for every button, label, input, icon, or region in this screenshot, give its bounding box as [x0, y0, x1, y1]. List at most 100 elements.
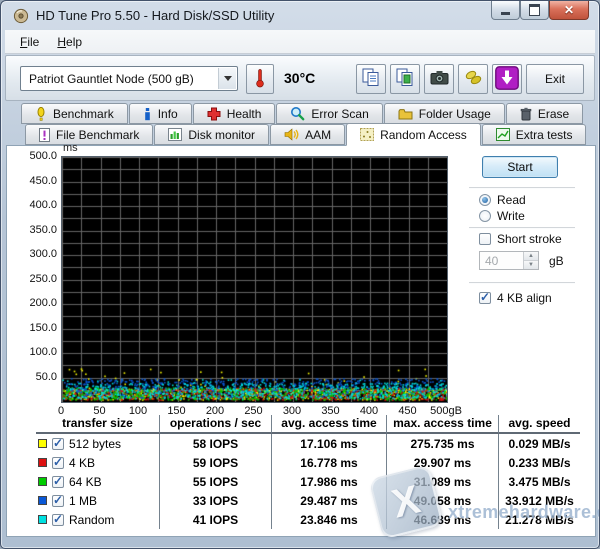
- series-color-swatch: [38, 515, 47, 524]
- table-row-label: 4 KB: [36, 453, 159, 472]
- titlebar[interactable]: HD Tune Pro 5.50 - Hard Disk/SSD Utility: [1, 1, 599, 30]
- stepper-arrows[interactable]: ▲▼: [523, 252, 538, 269]
- start-button[interactable]: Start: [482, 156, 558, 178]
- write-radio[interactable]: Write: [479, 209, 525, 223]
- short-stroke-size-value: 40: [480, 252, 523, 269]
- tab-label: Error Scan: [311, 107, 368, 121]
- minimize-icon[interactable]: [491, 1, 520, 20]
- tab-label: Info: [158, 107, 178, 121]
- table-header-avg-access-time: avg. access time: [271, 415, 386, 434]
- copy-image-icon: [396, 68, 414, 90]
- tab-random-access[interactable]: Random Access: [346, 123, 481, 146]
- avg-speed-value: 0.233 MB/s: [498, 453, 580, 472]
- temperature-button[interactable]: [246, 64, 274, 94]
- separator: [469, 282, 575, 284]
- max-access-value: 31.089 ms: [386, 472, 498, 491]
- tab-info[interactable]: Info: [129, 103, 192, 124]
- maximize-icon[interactable]: [520, 1, 549, 20]
- camera-icon: [430, 70, 449, 88]
- y-axis-unit-label: ms: [63, 142, 78, 154]
- y-axis-tick: 400.0: [15, 199, 57, 211]
- menu-item-file[interactable]: File: [11, 32, 48, 52]
- y-axis-tick: 200.0: [15, 297, 57, 309]
- tab-label: AAM: [305, 128, 331, 142]
- iops-value: 59 IOPS: [159, 453, 271, 472]
- menu-item-help[interactable]: Help: [48, 32, 91, 52]
- series-checkbox[interactable]: [52, 514, 64, 526]
- iops-value: 41 IOPS: [159, 510, 271, 529]
- update-download-button[interactable]: [492, 64, 522, 94]
- tab-health[interactable]: Health: [193, 103, 276, 124]
- exit-button[interactable]: Exit: [526, 64, 584, 94]
- tab-erase[interactable]: Erase: [506, 103, 583, 124]
- menu-bar: FileHelp: [5, 30, 595, 54]
- max-access-value: 29.907 ms: [386, 453, 498, 472]
- error-scan-icon: [290, 106, 305, 121]
- folder-icon: [398, 108, 413, 120]
- tab-error-scan[interactable]: Error Scan: [276, 103, 382, 124]
- benchmark-icon: [35, 107, 47, 121]
- align-checkbox[interactable]: 4 KB align: [479, 291, 552, 305]
- tab-disk-monitor[interactable]: Disk monitor: [154, 124, 269, 145]
- info-icon: [143, 107, 152, 121]
- avg-access-value: 17.106 ms: [271, 434, 386, 453]
- series-checkbox[interactable]: [52, 495, 64, 507]
- table-row-label: Random: [36, 510, 159, 529]
- max-access-value: 49.058 ms: [386, 491, 498, 510]
- health-icon: [207, 107, 221, 121]
- table-header-max-access-time: max. access time: [386, 415, 498, 434]
- hands-icon: [464, 69, 483, 89]
- copy-image-button[interactable]: [390, 64, 420, 94]
- short-stroke-size-stepper[interactable]: 40 ▲▼: [479, 251, 539, 270]
- y-axis-tick: 150.0: [15, 322, 57, 334]
- avg-speed-value: 3.475 MB/s: [498, 472, 580, 491]
- separator: [469, 187, 575, 189]
- speaker-icon: [284, 128, 299, 141]
- results-table: transfer sizeoperations / secavg. access…: [36, 415, 580, 529]
- series-checkbox[interactable]: [52, 438, 64, 450]
- close-icon[interactable]: [549, 1, 589, 20]
- tab-file-benchmark[interactable]: File Benchmark: [25, 124, 153, 145]
- app-window: HD Tune Pro 5.50 - Hard Disk/SSD Utility…: [0, 0, 600, 549]
- short-stroke-checkbox[interactable]: Short stroke: [479, 232, 562, 246]
- iops-value: 58 IOPS: [159, 434, 271, 453]
- y-axis-tick: 450.0: [15, 175, 57, 187]
- separator: [469, 227, 575, 229]
- transfer-size-label: 1 MB: [69, 494, 97, 508]
- tab-row-1: Benchmark Info Health Error Scan Folder Usag…: [21, 103, 584, 124]
- short-stroke-unit-label: gB: [549, 254, 564, 268]
- iops-value: 33 IOPS: [159, 491, 271, 510]
- transfer-size-label: 4 KB: [69, 456, 95, 470]
- copy-text-button[interactable]: [356, 64, 386, 94]
- avg-access-value: 23.846 ms: [271, 510, 386, 529]
- tab-label: Disk monitor: [188, 128, 255, 142]
- y-axis-tick: 500.0: [15, 150, 57, 162]
- series-color-swatch: [38, 458, 47, 467]
- table-row-label: 64 KB: [36, 472, 159, 491]
- tab-label: Erase: [538, 107, 569, 121]
- screenshot-button[interactable]: [424, 64, 454, 94]
- tab-label: Health: [227, 107, 262, 121]
- drive-select[interactable]: Patriot Gauntlet Node (500 gB): [20, 66, 238, 91]
- series-checkbox[interactable]: [52, 476, 64, 488]
- tab-extra-tests[interactable]: Extra tests: [482, 124, 587, 145]
- radio-icon: [479, 210, 491, 222]
- avg-access-value: 17.986 ms: [271, 472, 386, 491]
- extra-tests-icon: [496, 128, 510, 141]
- max-access-value: 275.735 ms: [386, 434, 498, 453]
- disk-monitor-icon: [168, 128, 182, 141]
- avg-speed-value: 21.278 MB/s: [498, 510, 580, 529]
- tab-benchmark[interactable]: Benchmark: [21, 103, 128, 124]
- tab-aam[interactable]: AAM: [270, 124, 345, 145]
- read-radio[interactable]: Read: [479, 193, 526, 207]
- series-color-swatch: [38, 439, 47, 448]
- avg-access-value: 29.487 ms: [271, 491, 386, 510]
- donate-button[interactable]: [458, 64, 488, 94]
- y-axis-tick: 250.0: [15, 273, 57, 285]
- toolbar: Patriot Gauntlet Node (500 gB) 30°C Exit: [5, 55, 595, 101]
- tab-row-2: File Benchmark Disk monitor AAM Random Acce…: [25, 124, 587, 146]
- window-title: HD Tune Pro 5.50 - Hard Disk/SSD Utility: [36, 8, 274, 23]
- series-checkbox[interactable]: [52, 457, 64, 469]
- tab-folder-usage[interactable]: Folder Usage: [384, 103, 505, 124]
- tab-label: Random Access: [380, 128, 467, 142]
